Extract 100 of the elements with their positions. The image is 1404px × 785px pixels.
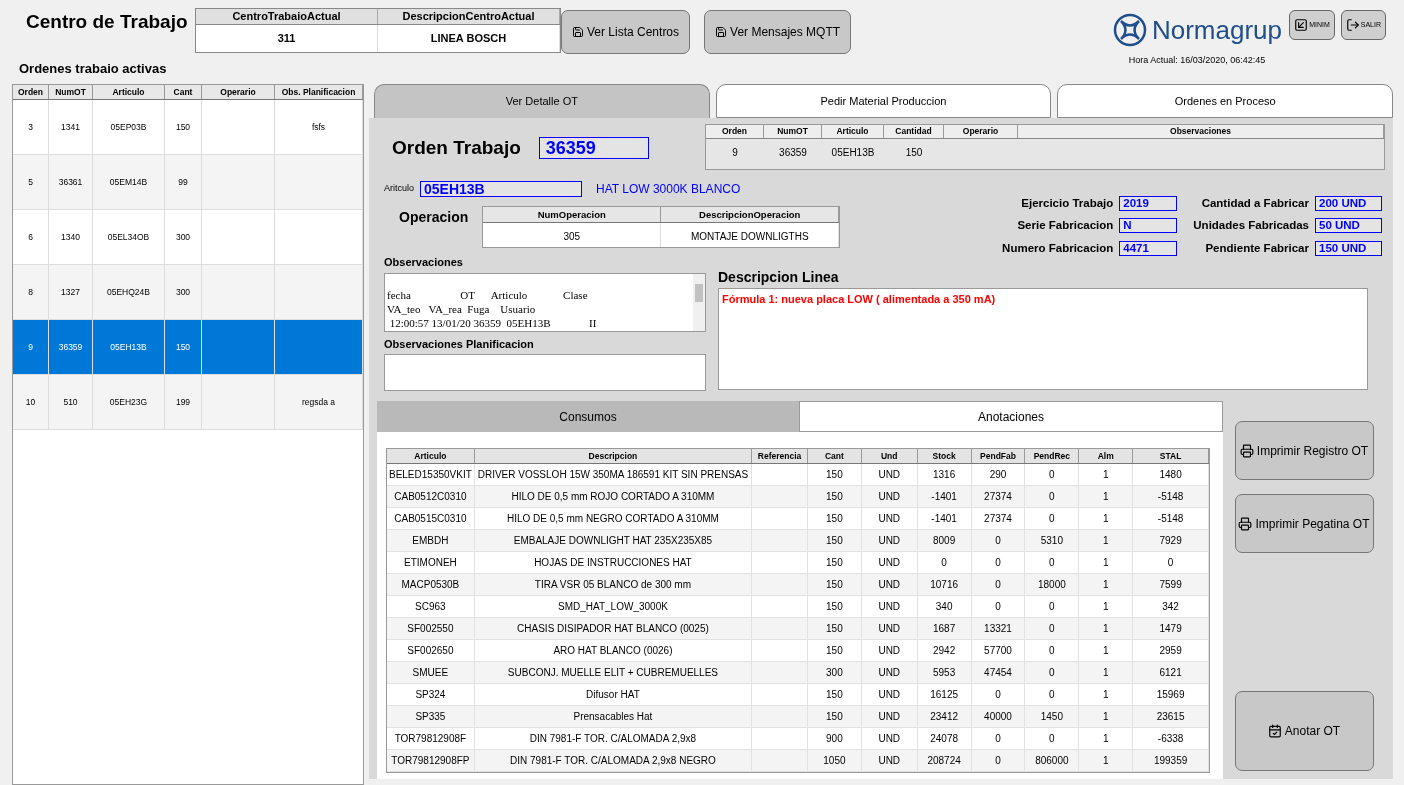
tab[interactable]: Ver Detalle OT — [374, 84, 710, 118]
scrollbar[interactable] — [693, 273, 705, 331]
table-cell-text: 150 — [826, 468, 843, 482]
table-cell-text: TOR79812908FP — [391, 754, 470, 768]
table-cell-text: 23412 — [930, 710, 959, 724]
column-header: Orden — [13, 85, 49, 99]
table-cell-text: 1050 — [823, 754, 846, 768]
table-cell-text: UND — [878, 666, 901, 680]
table-cell: 99 — [178, 175, 188, 189]
operation-label: Operacion — [399, 208, 469, 227]
table-cell-text: 1 — [1102, 644, 1109, 658]
table-cell-text: 0 — [1049, 666, 1055, 680]
field-label: Unidades Fabricadas — [1193, 218, 1309, 234]
table-cell-text: 150 — [826, 600, 843, 614]
table-cell-text: EMBDH — [412, 534, 449, 548]
table-cell-text: 16125 — [930, 688, 959, 702]
article-description: HAT LOW 3000K BLANCO — [596, 181, 741, 198]
table-cell-text: -5148 — [1157, 490, 1184, 504]
order-row[interactable]: 8 1327 05EHQ24B 300 — [13, 265, 363, 320]
table-cell: 05EH13B — [110, 340, 147, 354]
table-cell: 311 — [196, 25, 378, 52]
column-header: Orden — [706, 125, 764, 138]
column-header: Articulo — [93, 85, 165, 99]
minimize-icon — [1294, 18, 1309, 32]
table-cell-text: UND — [878, 512, 901, 526]
tab[interactable]: Pedir Material Produccion — [715, 84, 1052, 118]
column-header: Descripcion — [474, 449, 753, 463]
table-cell: 300 — [175, 230, 191, 244]
action-button[interactable]: Imprimir Registro OT — [1234, 421, 1374, 480]
table-cell-text: UND — [878, 600, 901, 614]
column-header: Cantidad — [884, 125, 944, 138]
action-button[interactable]: Imprimir Pegatina OT — [1234, 494, 1374, 553]
table-cell-text: HOJAS DE INSTRUCCIONES HAT — [534, 556, 692, 570]
table-cell: 05EL34OB — [107, 230, 150, 244]
order-row[interactable]: 6 1340 05EL34OB 300 — [13, 210, 363, 265]
table-cell-text: UND — [878, 710, 901, 724]
table-cell-text: UND — [878, 468, 901, 482]
order-row[interactable]: 5 36361 05EM14B 99 — [13, 155, 363, 210]
section-title: Ordenes trabaio activas — [18, 62, 168, 78]
table-cell-text: 15969 — [1156, 688, 1185, 702]
table-cell-text: 13321 — [984, 622, 1012, 636]
printer-icon — [1239, 443, 1254, 458]
table-cell-text: 340 — [935, 600, 953, 614]
column-header: Articulo — [387, 449, 475, 463]
table-cell-text: 1 — [1102, 600, 1109, 614]
table-cell-text: 290 — [989, 468, 1007, 482]
table-cell: 300 — [175, 285, 191, 299]
column-header: Operario — [202, 85, 275, 99]
toolbar-button[interactable]: Ver Lista Centros — [561, 10, 691, 54]
order-row[interactable]: 3 1341 05EP03B 150 fsfs — [13, 100, 363, 155]
sub-tab[interactable]: Consumos — [377, 401, 799, 432]
table-cell-text: 8009 — [933, 534, 956, 548]
column-header: Cant — [807, 449, 862, 463]
table-cell-text: 0 — [995, 754, 1001, 768]
table-cell-text: 24078 — [930, 732, 959, 746]
field-label: Numero Fabricacion — [1002, 240, 1114, 256]
table-cell-text: 1 — [1102, 556, 1109, 570]
toolbar-button[interactable]: Ver Mensajes MQTT — [704, 10, 852, 54]
value-field: 50 UND — [1315, 218, 1382, 234]
table-cell-text: 2942 — [933, 644, 956, 658]
table-cell: 36359 — [779, 147, 807, 158]
table-cell-text: 1480 — [1159, 468, 1182, 482]
table-cell: fsfs — [311, 120, 326, 134]
table-cell-text: 7599 — [1159, 578, 1182, 592]
table-cell-text: HILO DE 0,5 mm ROJO CORTADO A 310MM — [511, 490, 715, 504]
table-cell-text: 300 — [826, 666, 843, 680]
order-row[interactable]: 10 510 05EH23G 199 regsda a — [13, 375, 363, 430]
table-cell-text: 1 — [1102, 666, 1109, 680]
table-cell: 150 — [905, 147, 923, 158]
table-cell-text: 1 — [1102, 732, 1109, 746]
table-cell: 9 — [732, 147, 738, 158]
table-cell-text: 900 — [826, 732, 843, 746]
planning-textarea[interactable] — [384, 354, 706, 391]
table-cell-text: UND — [878, 622, 901, 636]
sub-tab[interactable]: Anotaciones — [799, 401, 1223, 432]
table-cell-text: TIRA VSR 05 BLANCO de 300 mm — [534, 578, 691, 592]
value-field: N — [1119, 218, 1178, 234]
article-field: 05EH13B — [420, 181, 582, 197]
table-cell-text: MACP0530B — [401, 578, 460, 592]
field-label: Ejercicio Trabajo — [1021, 196, 1114, 211]
column-header: STAL — [1133, 449, 1209, 463]
action-button[interactable]: Anotar OT — [1234, 691, 1374, 771]
value-field: 200 UND — [1315, 196, 1382, 212]
table-cell-text: 0 — [1049, 490, 1055, 504]
table-cell-text: SF002650 — [407, 644, 454, 658]
table-cell-text: 0 — [995, 534, 1001, 548]
planning-label: Observaciones Planificacion — [384, 336, 535, 352]
order-row[interactable]: 9 36359 05EH13B 150 — [13, 320, 363, 375]
table-cell: 8 — [28, 285, 33, 299]
column-header: Und — [861, 449, 918, 463]
table-cell-text: -1401 — [931, 490, 957, 504]
logo-text: Normagrup — [1151, 14, 1282, 46]
table-cell-text: SP324 — [415, 688, 446, 702]
table-cell-text: 57700 — [984, 644, 1012, 658]
table-cell: 3 — [28, 120, 33, 134]
table-cell-text: CAB0515C0310 — [394, 512, 467, 526]
field-label: Serie Fabricacion — [1017, 218, 1114, 234]
page-title: Centro de Trabajo — [25, 10, 189, 34]
tab[interactable]: Ordenes en Proceso — [1057, 84, 1393, 118]
table-cell-text: 0 — [1049, 600, 1055, 614]
